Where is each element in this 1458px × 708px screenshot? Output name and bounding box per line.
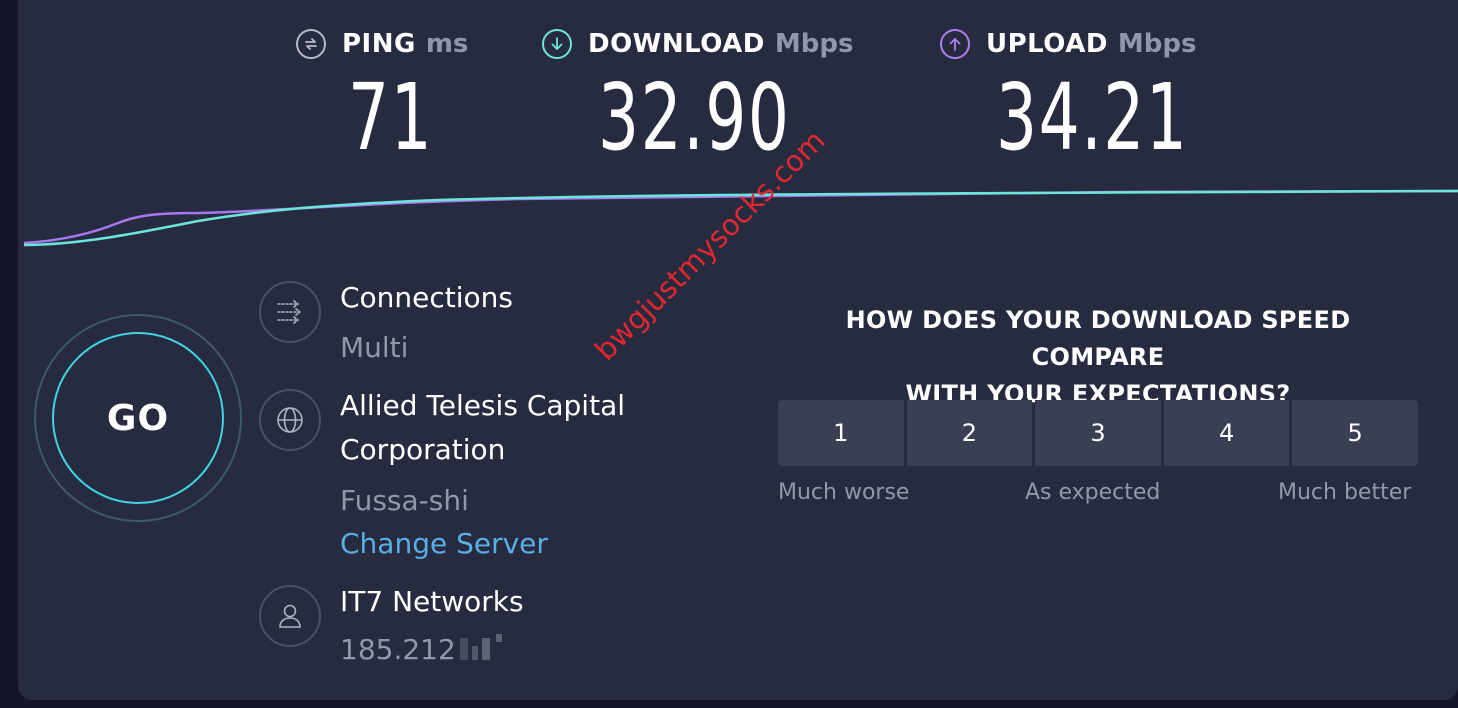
- upload-label: UPLOAD: [986, 29, 1108, 59]
- server-location: Fussa-shi: [340, 484, 469, 517]
- upload-arrow-icon: [940, 29, 970, 59]
- go-button[interactable]: GO: [52, 332, 224, 504]
- user-icon: [259, 585, 321, 647]
- download-metric: DOWNLOAD Mbps 32.90: [542, 26, 854, 166]
- rating-option-1[interactable]: 1: [778, 400, 904, 466]
- server-name-line2: Corporation: [340, 433, 506, 466]
- ping-label: PING: [342, 29, 416, 59]
- ping-metric: PING ms 71: [296, 26, 469, 166]
- upload-unit: Mbps: [1117, 29, 1197, 59]
- connections-value: Multi: [340, 331, 409, 364]
- download-label: DOWNLOAD: [588, 29, 765, 59]
- download-unit: Mbps: [774, 29, 854, 59]
- upload-value: 34.21: [996, 64, 1189, 171]
- ping-icon: [296, 29, 326, 59]
- connections-icon: [259, 281, 321, 343]
- server-name-line1: Allied Telesis Capital: [340, 389, 626, 422]
- download-arrow-icon: [542, 29, 572, 59]
- rating-label-low: Much worse: [778, 480, 910, 505]
- ping-unit: ms: [425, 29, 469, 59]
- rating-scale: 1 2 3 4 5: [778, 400, 1418, 466]
- connections-label: Connections: [340, 281, 514, 314]
- download-value: 32.90: [598, 64, 791, 171]
- rating-option-3[interactable]: 3: [1035, 400, 1161, 466]
- provider-name: IT7 Networks: [340, 585, 524, 618]
- survey-question-line1: HOW DOES YOUR DOWNLOAD SPEED COMPARE: [845, 306, 1351, 371]
- upload-metric: UPLOAD Mbps 34.21: [940, 26, 1197, 166]
- ip-redaction: [459, 634, 502, 668]
- survey-question: HOW DOES YOUR DOWNLOAD SPEED COMPARE WIT…: [778, 302, 1418, 413]
- rating-label-high: Much better: [1278, 480, 1412, 505]
- rating-option-4[interactable]: 4: [1163, 400, 1290, 466]
- change-server-link[interactable]: Change Server: [340, 527, 548, 561]
- globe-icon: [259, 389, 321, 451]
- rating-option-2[interactable]: 2: [906, 400, 1033, 466]
- provider-ip: 185.212: [340, 633, 502, 668]
- rating-option-5[interactable]: 5: [1292, 400, 1418, 466]
- rating-label-mid: As expected: [1025, 480, 1161, 505]
- ping-value: 71: [348, 64, 434, 171]
- provider-ip-text: 185.212: [340, 633, 456, 666]
